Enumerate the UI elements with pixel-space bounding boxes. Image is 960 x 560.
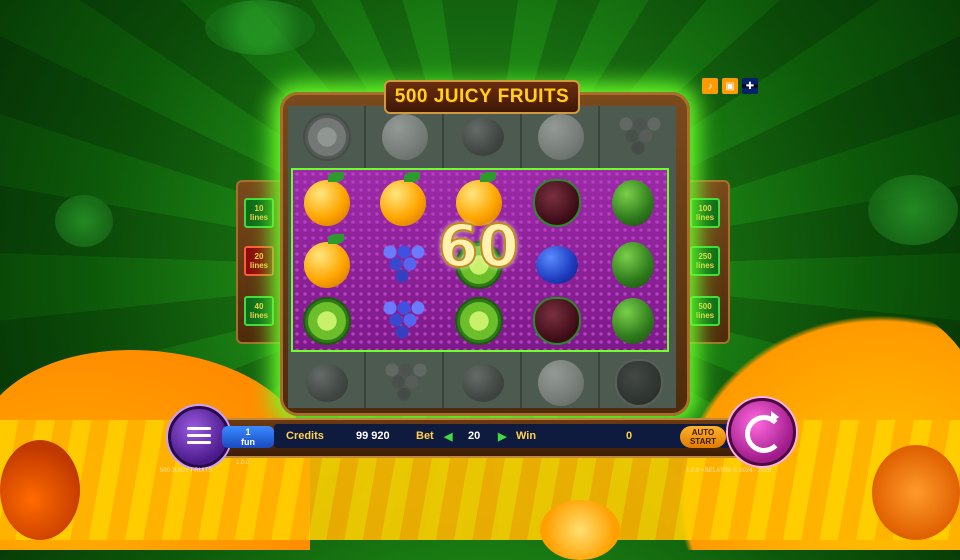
- lines-badge-10[interactable]: 10 lines: [244, 198, 274, 228]
- footer-game-name: 500 JUICY FRUITS: [160, 468, 213, 474]
- lines-badge-20[interactable]: 20 lines: [244, 246, 274, 276]
- lines-badge-40[interactable]: 40 lines: [244, 296, 274, 326]
- bet-increase-icon[interactable]: ▶: [498, 430, 506, 443]
- melon-icon: [606, 176, 660, 230]
- fun-badge[interactable]: 1 fun: [222, 426, 274, 448]
- orange-icon: [300, 234, 354, 292]
- bet-label: Bet: [416, 430, 434, 442]
- bottom-row-plum-icon: [456, 356, 510, 410]
- menu-button[interactable]: [168, 406, 230, 468]
- melon-icon: [606, 238, 660, 292]
- top-row-grapes-icon: [612, 110, 666, 164]
- bg-cherry-icon: [0, 440, 80, 540]
- lines-badge-250[interactable]: 250 lines: [690, 246, 720, 276]
- top-row-lemon-icon: [534, 110, 588, 164]
- uk-flag-icon[interactable]: ✚: [742, 78, 758, 94]
- win-amount-overlay: 60: [437, 211, 520, 281]
- lime-icon: [452, 294, 506, 348]
- top-row-plum-icon: [456, 110, 510, 164]
- top-icons: ♪ ▣ ✚: [702, 78, 758, 94]
- melon-icon: [606, 294, 660, 348]
- win-value: 0: [626, 430, 633, 442]
- bet-decrease-icon[interactable]: ◀: [444, 430, 452, 443]
- bg-plum-icon: [868, 175, 958, 245]
- grapes-icon: [376, 238, 430, 292]
- auto-start-button[interactable]: AUTO START: [680, 426, 726, 448]
- grapes-icon: [376, 294, 430, 348]
- footer-version: 1.0.0: [236, 460, 250, 466]
- strawberry-icon: [530, 294, 584, 348]
- bottom-row-strawberry-icon: [612, 356, 666, 410]
- top-row-watermelon-icon: [300, 110, 354, 164]
- bet-value: 20: [468, 430, 481, 442]
- orange-icon: [300, 172, 354, 230]
- bg-strawberry-icon: [55, 195, 113, 247]
- lines-badge-500[interactable]: 500 lines: [690, 296, 720, 326]
- strawberry-icon: [530, 176, 584, 230]
- credits-value: 99 920: [356, 430, 390, 442]
- lines-badge-100[interactable]: 100 lines: [690, 198, 720, 228]
- game-title: 500 JUICY FRUITS: [384, 80, 580, 114]
- bg-orange-slice-icon: [540, 500, 620, 560]
- footer-copyright: 1.0.0 • BELATRA © 2024 - 2026: [686, 468, 772, 474]
- win-label: Win: [516, 430, 537, 442]
- bottom-row-seven-icon: [300, 356, 354, 410]
- lime-icon: [300, 294, 354, 348]
- top-row-orange-icon: [378, 110, 432, 164]
- bg-grapes-orange-icon: [872, 445, 960, 540]
- credits-label: Credits: [286, 430, 324, 442]
- orange-icon: [376, 172, 430, 230]
- bottom-row-grapes-icon: [378, 356, 432, 410]
- sound-icon[interactable]: ♪: [702, 78, 718, 94]
- bottom-row-lemon-icon: [534, 356, 588, 410]
- fullscreen-icon[interactable]: ▣: [722, 78, 738, 94]
- bg-grapes-icon: [205, 0, 315, 55]
- plum-icon: [530, 238, 584, 292]
- spin-button[interactable]: [728, 398, 796, 466]
